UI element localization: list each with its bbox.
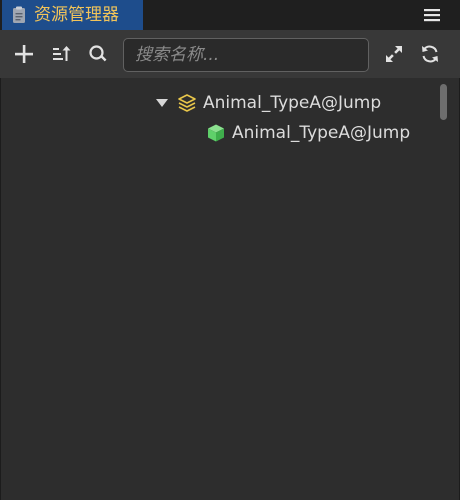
plus-icon — [15, 45, 33, 63]
tree-item-label: Animal_TypeA@Jump — [232, 123, 411, 143]
expand-arrow-icon[interactable] — [155, 96, 169, 110]
clipboard-icon — [12, 6, 26, 24]
tree-item[interactable]: Animal_TypeA@Jump — [205, 119, 410, 147]
search-icon — [89, 45, 107, 62]
tab-assets[interactable]: 资源管理器 — [2, 0, 143, 30]
layers-icon — [176, 92, 198, 114]
tree-item[interactable]: Animal_TypeA@Jump — [155, 89, 381, 117]
tab-label: 资源管理器 — [34, 5, 119, 25]
clipped-tree-row — [199, 70, 269, 80]
tree-item-label: Animal_TypeA@Jump — [203, 93, 382, 113]
asset-tree: Animal_TypeA@Jump Animal_TypeA@Jump — [0, 78, 460, 500]
panel-title-bar: 资源管理器 — [0, 0, 460, 30]
sort-icon — [53, 46, 71, 61]
cube-icon — [205, 122, 227, 144]
expand-icon — [386, 46, 402, 62]
search-button[interactable] — [84, 40, 112, 68]
refresh-button[interactable] — [416, 40, 444, 68]
expand-button[interactable] — [380, 40, 408, 68]
vertical-scrollbar[interactable] — [440, 84, 447, 120]
search-field[interactable] — [123, 38, 369, 72]
search-input[interactable] — [124, 39, 368, 71]
hamburger-menu-icon[interactable] — [422, 5, 442, 25]
refresh-icon — [422, 45, 438, 63]
add-button[interactable] — [10, 40, 38, 68]
sort-button[interactable] — [47, 40, 75, 68]
